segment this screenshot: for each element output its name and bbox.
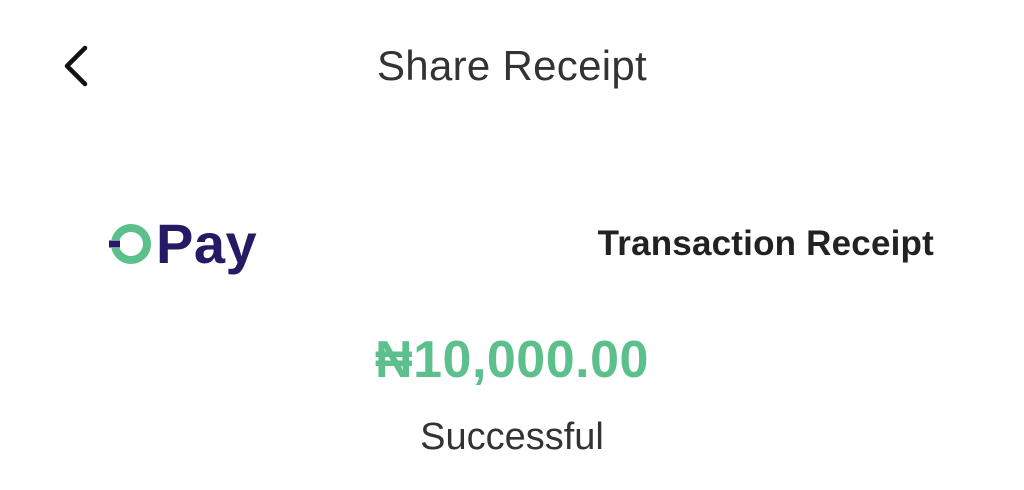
opay-ring-icon — [108, 221, 154, 267]
receipt-heading: Transaction Receipt — [597, 224, 934, 263]
page-title: Share Receipt — [376, 42, 648, 89]
transaction-amount: ₦10,000.00 — [375, 331, 649, 389]
receipt-brand-row: Pay Transaction Receipt — [0, 200, 1024, 290]
transaction-status: Successful — [420, 416, 604, 458]
app-header: Share Receipt — [0, 0, 1024, 130]
opay-logo: Pay — [108, 214, 257, 274]
share-receipt-screen: Share Receipt Pay Transaction Receipt ₦1… — [0, 0, 1024, 490]
logo-wordmark: Pay — [156, 212, 258, 275]
